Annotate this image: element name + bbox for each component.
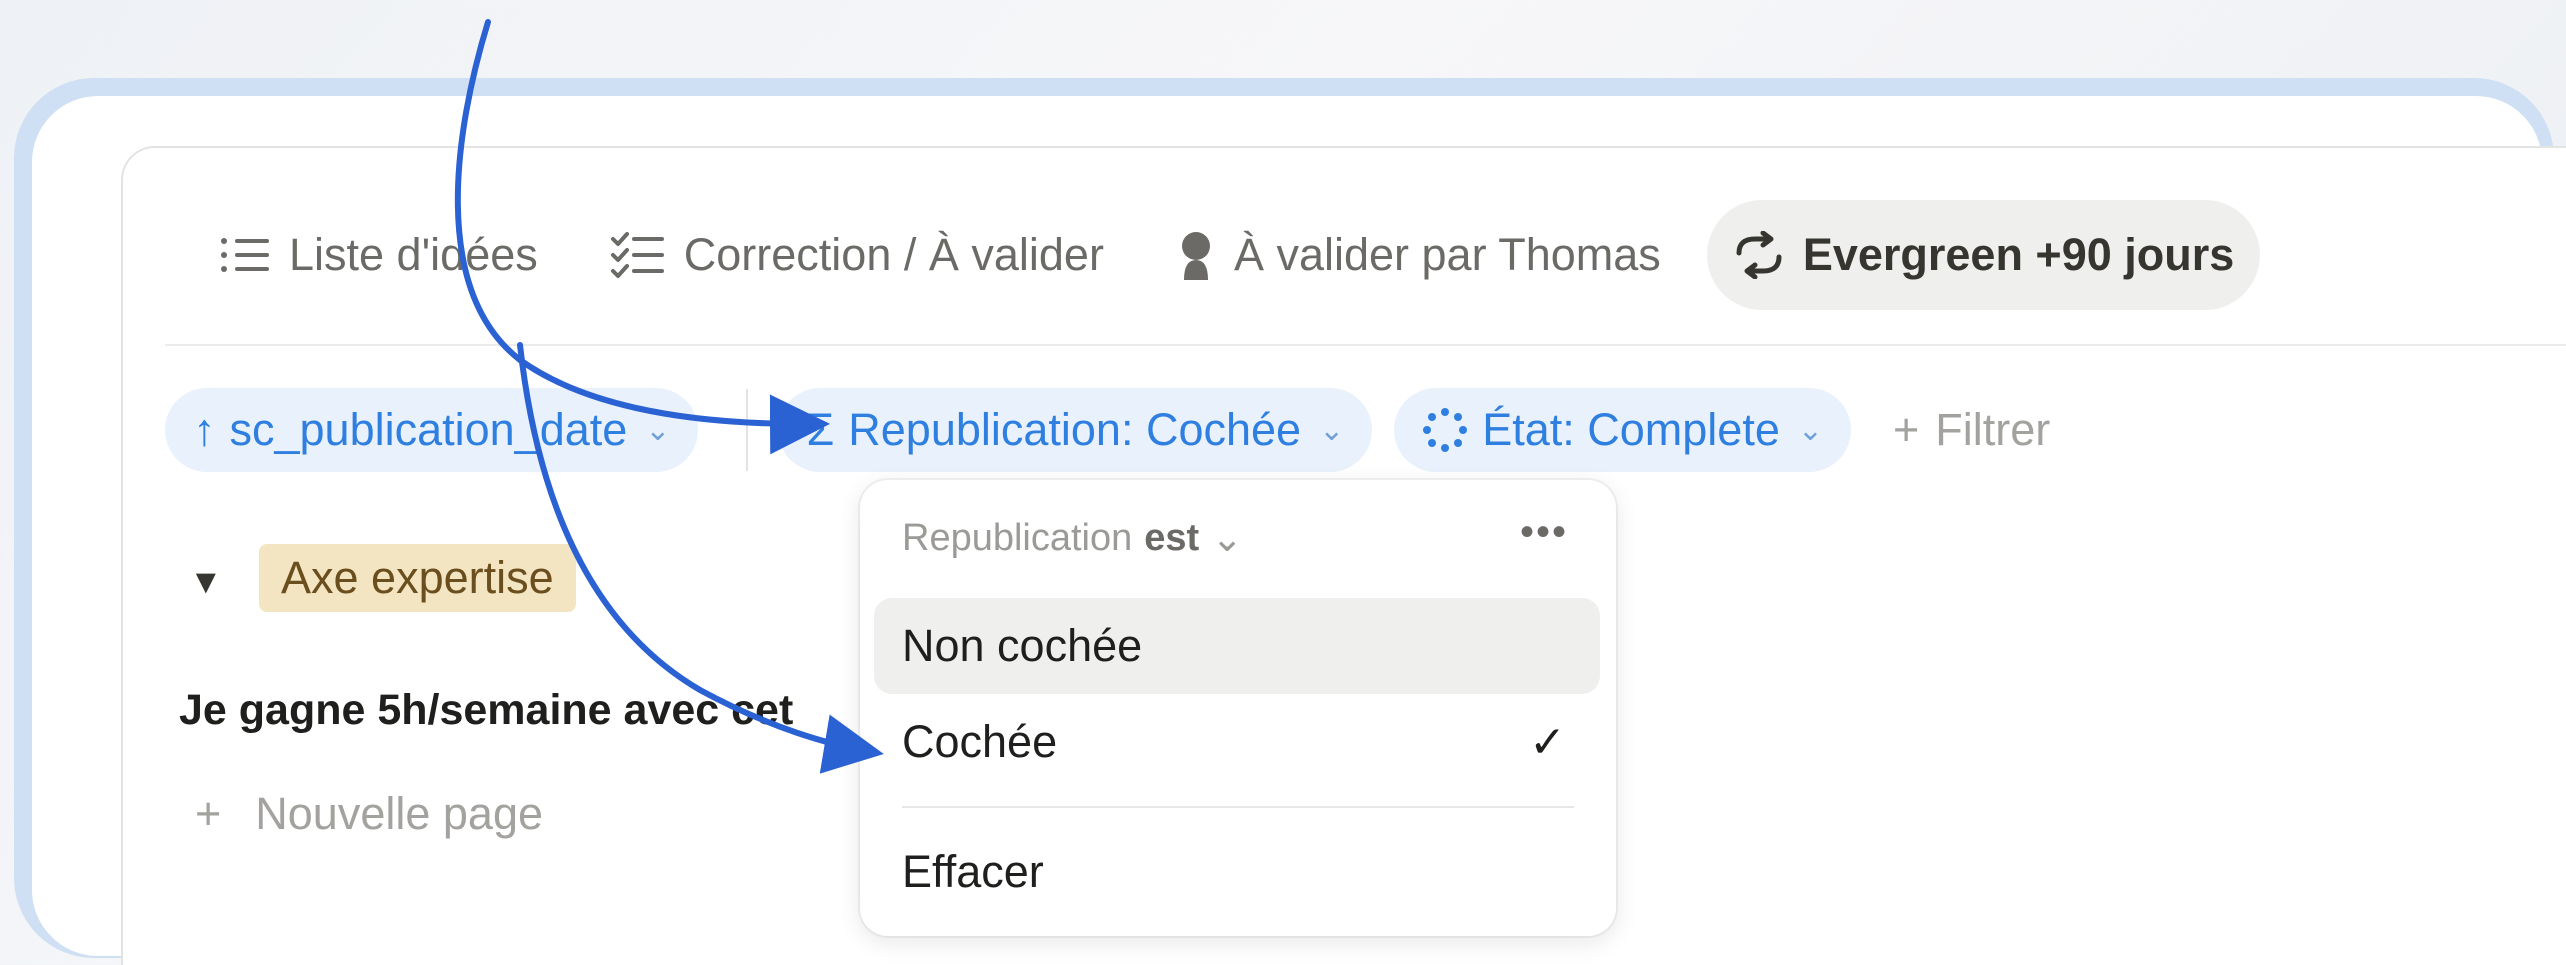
repeat-icon <box>1736 231 1782 279</box>
property-name: Republication <box>902 517 1133 559</box>
republication-filter-pill[interactable]: Σ Republication: Cochée ⌄ <box>778 388 1373 472</box>
operator-select[interactable]: est <box>1144 517 1199 560</box>
filter-condition: Republication est ⌄ <box>902 516 1243 561</box>
group-tag: Axe expertise <box>259 544 576 612</box>
etat-filter-pill[interactable]: État: Complete ⌄ <box>1394 388 1851 472</box>
tab-liste-idees[interactable]: Liste d'idées <box>193 200 564 310</box>
chevron-down-icon: ⌄ <box>1319 413 1345 447</box>
chevron-down-icon: ⌄ <box>1211 518 1244 560</box>
status-spinner-icon <box>1423 408 1468 452</box>
option-cochee[interactable]: Cochée ✓ <box>874 694 1600 790</box>
divider <box>902 806 1574 808</box>
row-title[interactable]: Je gagne 5h/semaine avec cet <box>179 686 793 735</box>
arrow-up-icon: ↑ <box>193 404 216 455</box>
clear-label: Effacer <box>902 846 1044 897</box>
new-page-button[interactable]: + Nouvelle page <box>195 788 543 840</box>
list-icon <box>221 238 269 272</box>
chevron-down-icon: ⌄ <box>1797 413 1823 447</box>
option-label: Cochée <box>902 716 1058 767</box>
tab-label: Liste d'idées <box>289 229 538 280</box>
person-icon <box>1181 232 1210 280</box>
view-tabs: Liste d'idées Correction / À valider À v… <box>193 200 2280 310</box>
option-label: Non cochée <box>902 620 1143 671</box>
filter-label: État: Complete <box>1482 404 1780 455</box>
tab-evergreen[interactable]: Evergreen +90 jours <box>1706 200 2261 310</box>
divider <box>746 389 749 471</box>
tab-correction[interactable]: Correction / À valider <box>584 200 1130 310</box>
tab-label: À valider par Thomas <box>1233 229 1661 280</box>
plus-icon: + <box>195 788 222 839</box>
sort-label: sc_publication_date <box>229 404 628 455</box>
add-filter-label: Filtrer <box>1935 404 2051 455</box>
checklist-icon <box>610 232 664 278</box>
checkmark-icon: ✓ <box>1529 717 1566 767</box>
new-page-label: Nouvelle page <box>255 788 543 839</box>
option-non-cochee[interactable]: Non cochée <box>874 598 1600 694</box>
divider <box>165 344 2566 346</box>
chevron-down-icon: ⌄ <box>645 413 671 447</box>
group-toggle-icon[interactable]: ▼ <box>189 563 223 602</box>
filter-dropdown-menu: Republication est ⌄ ••• Non cochée Coché… <box>860 480 1616 936</box>
tab-valider-thomas[interactable]: À valider par Thomas <box>1150 200 1687 310</box>
tab-label: Evergreen +90 jours <box>1802 229 2235 280</box>
plus-icon: + <box>1893 404 1920 455</box>
clear-button[interactable]: Effacer <box>874 824 1600 920</box>
sort-pill[interactable]: ↑ sc_publication_date ⌄ <box>165 388 699 472</box>
filter-label: Republication: Cochée <box>848 404 1302 455</box>
tab-label: Correction / À valider <box>683 229 1104 280</box>
filter-bar: ↑ sc_publication_date ⌄ Σ Republication:… <box>165 388 2050 472</box>
sigma-icon: Σ <box>806 404 835 455</box>
more-options-icon[interactable]: ••• <box>1520 510 1568 555</box>
add-filter-button[interactable]: + Filtrer <box>1893 404 2050 456</box>
